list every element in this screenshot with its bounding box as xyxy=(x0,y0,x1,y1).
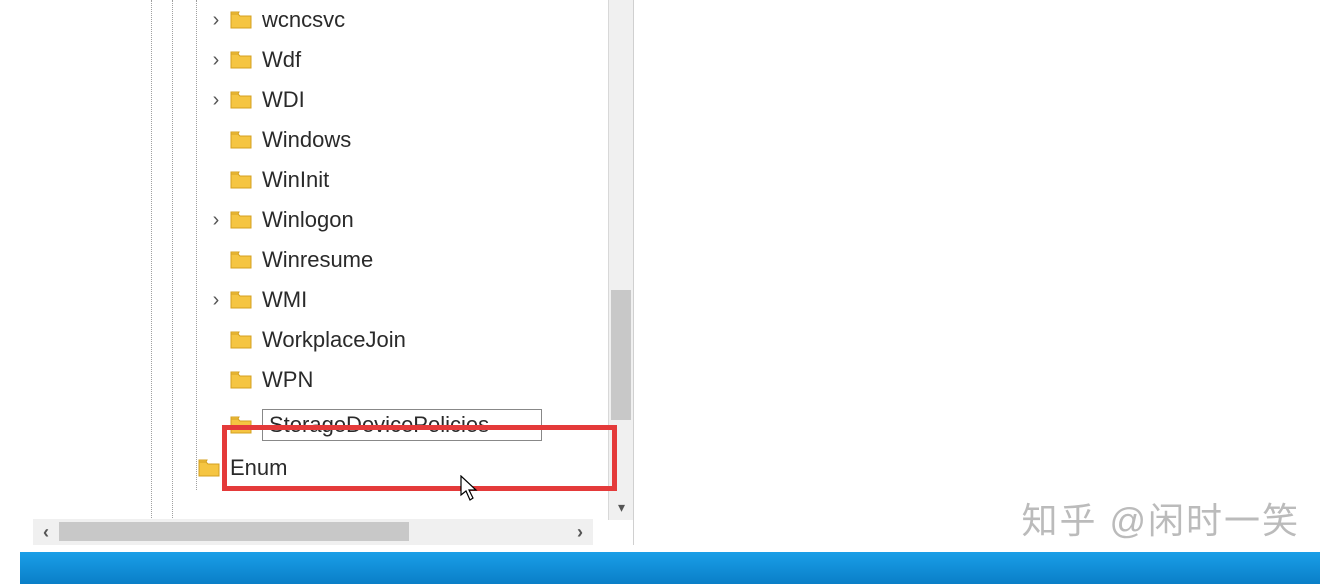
tree-item-wdf[interactable]: › Wdf xyxy=(0,40,604,80)
tree-label: Winresume xyxy=(262,247,373,273)
expander-icon[interactable]: › xyxy=(208,12,224,28)
tree-label: WorkplaceJoin xyxy=(262,327,406,353)
expander-icon[interactable]: › xyxy=(208,52,224,68)
tree-item-winlogon[interactable]: › Winlogon xyxy=(0,200,604,240)
tree-label: wcncsvc xyxy=(262,7,345,33)
vscroll-thumb[interactable] xyxy=(611,290,631,420)
folder-icon xyxy=(230,416,252,434)
horizontal-scrollbar[interactable]: ‹ › xyxy=(33,519,593,545)
tree-label: Enum xyxy=(230,455,287,481)
hscroll-thumb[interactable] xyxy=(59,522,409,541)
rename-input[interactable]: StorageDevicePolicies xyxy=(262,409,542,441)
bottom-bar xyxy=(20,552,1320,584)
folder-icon xyxy=(230,331,252,349)
expander-icon[interactable]: › xyxy=(208,292,224,308)
folder-icon xyxy=(230,11,252,29)
main-container: › wcncsvc › Wdf › WDI xyxy=(0,0,1320,545)
folder-icon xyxy=(230,131,252,149)
registry-tree-panel: › wcncsvc › Wdf › WDI xyxy=(0,0,634,545)
tree-label: WPN xyxy=(262,367,313,393)
scroll-down-icon[interactable]: ▾ xyxy=(609,495,634,520)
folder-icon xyxy=(198,459,220,477)
tree-label: WMI xyxy=(262,287,307,313)
tree-item-storagedevicepolicies[interactable]: StorageDevicePolicies xyxy=(0,400,604,450)
folder-icon xyxy=(230,91,252,109)
values-panel xyxy=(644,0,1320,545)
hscroll-track[interactable] xyxy=(59,522,567,541)
tree-item-windows[interactable]: Windows xyxy=(0,120,604,160)
tree-item-winresume[interactable]: Winresume xyxy=(0,240,604,280)
tree-label: Wdf xyxy=(262,47,301,73)
expander-icon[interactable]: › xyxy=(208,92,224,108)
folder-icon xyxy=(230,211,252,229)
watermark-text: 知乎 @闲时一笑 xyxy=(1021,492,1300,544)
folder-icon xyxy=(230,251,252,269)
expander-icon[interactable]: › xyxy=(208,212,224,228)
tree-item-wcncsvc[interactable]: › wcncsvc xyxy=(0,0,604,40)
tree-label: WDI xyxy=(262,87,305,113)
folder-icon xyxy=(230,291,252,309)
tree-label: Windows xyxy=(262,127,351,153)
folder-icon xyxy=(230,51,252,69)
tree-item-wininit[interactable]: WinInit xyxy=(0,160,604,200)
tree-label: WinInit xyxy=(262,167,329,193)
folder-icon xyxy=(230,371,252,389)
tree-item-wdi[interactable]: › WDI xyxy=(0,80,604,120)
scroll-right-icon[interactable]: › xyxy=(567,519,593,545)
tree-item-wmi[interactable]: › WMI xyxy=(0,280,604,320)
scroll-left-icon[interactable]: ‹ xyxy=(33,519,59,545)
tree-item-wpn[interactable]: WPN xyxy=(0,360,604,400)
folder-icon xyxy=(230,171,252,189)
tree-item-enum[interactable]: Enum xyxy=(0,450,604,486)
tree-label: Winlogon xyxy=(262,207,354,233)
tree-item-workplacejoin[interactable]: WorkplaceJoin xyxy=(0,320,604,360)
tree-content: › wcncsvc › Wdf › WDI xyxy=(0,0,604,520)
vertical-scrollbar[interactable]: ▾ xyxy=(608,0,633,520)
